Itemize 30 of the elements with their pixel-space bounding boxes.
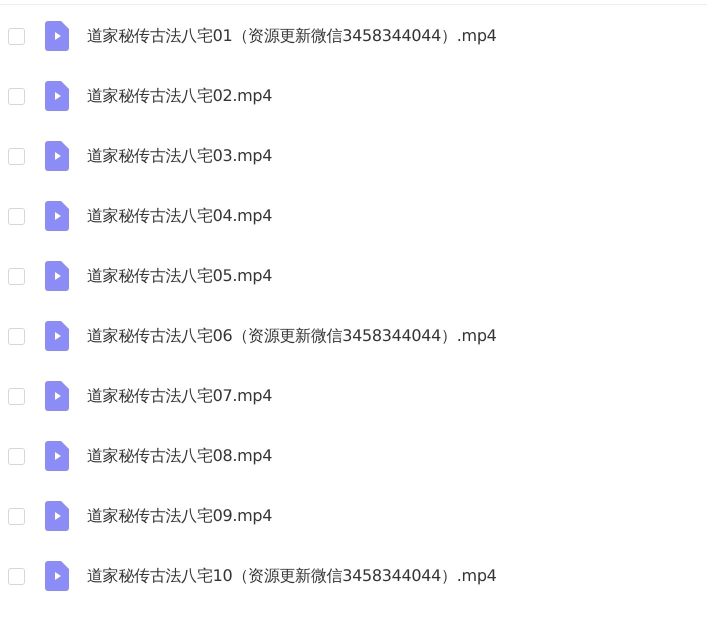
checkbox[interactable]: [8, 88, 25, 104]
video-file-icon: [45, 561, 69, 591]
file-name[interactable]: 道家秘传古法八宅06（资源更新微信3458344044）.mp4: [87, 326, 497, 346]
file-name[interactable]: 道家秘传古法八宅01（资源更新微信3458344044）.mp4: [87, 26, 497, 46]
checkbox[interactable]: [8, 28, 25, 44]
file-name[interactable]: 道家秘传古法八宅09.mp4: [87, 506, 272, 526]
file-name[interactable]: 道家秘传古法八宅10（资源更新微信3458344044）.mp4: [87, 566, 497, 586]
checkbox[interactable]: [8, 508, 25, 524]
checkbox[interactable]: [8, 328, 25, 344]
checkbox[interactable]: [8, 268, 25, 284]
checkbox[interactable]: [8, 148, 25, 164]
checkbox[interactable]: [8, 388, 25, 404]
video-file-icon: [45, 381, 69, 411]
file-name[interactable]: 道家秘传古法八宅07.mp4: [87, 386, 272, 406]
video-file-icon: [45, 321, 69, 351]
file-name[interactable]: 道家秘传古法八宅08.mp4: [87, 446, 272, 466]
video-file-icon: [45, 261, 69, 291]
video-file-icon: [45, 501, 69, 531]
video-file-icon: [45, 21, 69, 51]
checkbox[interactable]: [8, 208, 25, 224]
file-name[interactable]: 道家秘传古法八宅05.mp4: [87, 266, 272, 286]
video-file-icon: [45, 141, 69, 171]
video-file-icon: [45, 441, 69, 471]
file-name[interactable]: 道家秘传古法八宅02.mp4: [87, 86, 272, 106]
checkbox[interactable]: [8, 448, 25, 464]
file-name[interactable]: 道家秘传古法八宅03.mp4: [87, 146, 272, 166]
file-name[interactable]: 道家秘传古法八宅04.mp4: [87, 206, 272, 226]
checkbox[interactable]: [8, 568, 25, 584]
video-file-icon: [45, 201, 69, 231]
video-file-icon: [45, 81, 69, 111]
